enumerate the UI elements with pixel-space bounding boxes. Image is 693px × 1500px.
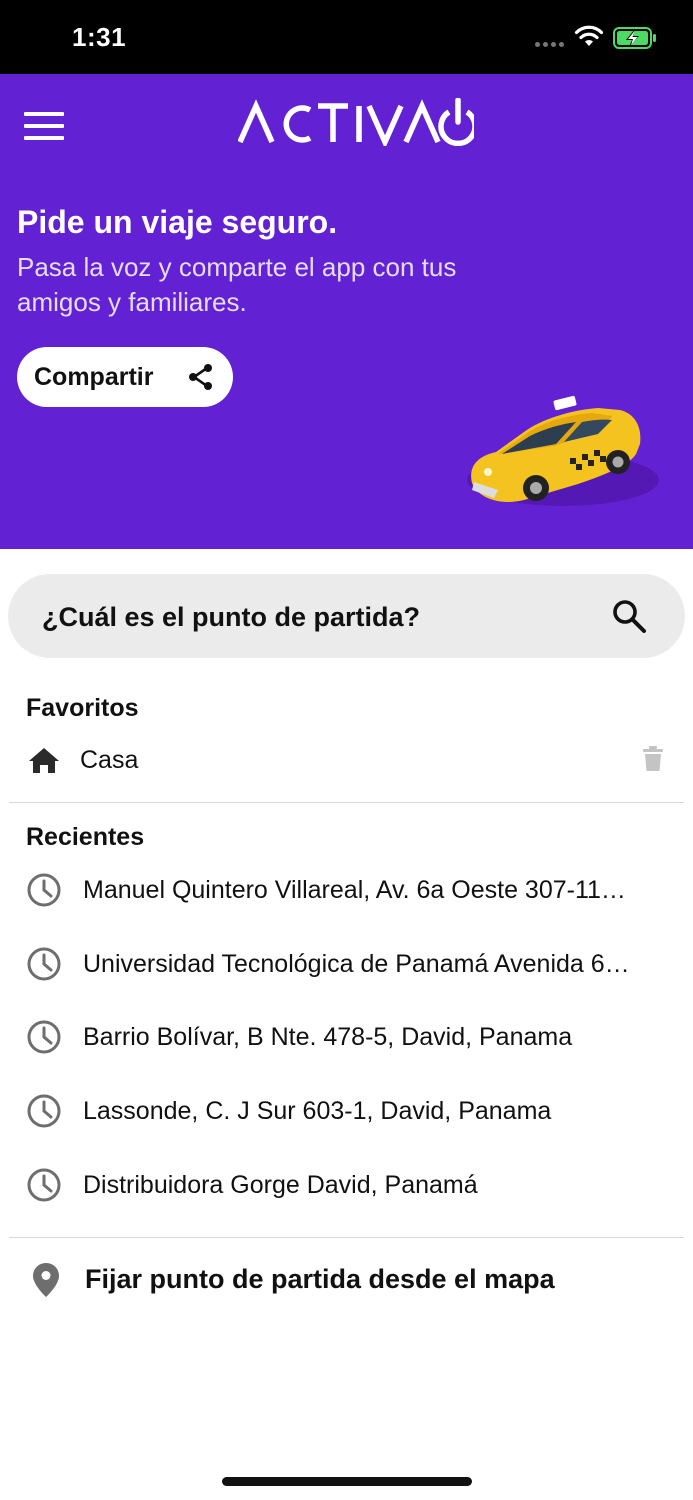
set-pickup-from-map-button[interactable]: Fijar punto de partida desde el mapa <box>0 1256 693 1306</box>
pickup-search-bar[interactable]: ¿Cuál es el punto de partida? <box>8 574 685 658</box>
hamburger-menu-icon[interactable] <box>24 112 64 140</box>
hero-banner: Pide un viaje seguro. Pasa la voz y comp… <box>0 74 693 549</box>
status-bar: 1:31 <box>0 0 693 74</box>
status-time: 1:31 <box>72 22 127 52</box>
set-pickup-from-map-label: Fijar punto de partida desde el mapa <box>85 1264 555 1294</box>
recents-heading: Recientes <box>26 823 145 851</box>
share-button[interactable]: Compartir <box>17 347 233 407</box>
taxi-illustration <box>467 395 659 506</box>
share-button-label: Compartir <box>34 362 154 391</box>
recent-item-label: Barrio Bolívar, B Nte. 478-5, David, Pan… <box>83 1023 573 1051</box>
clock-icon <box>27 1020 61 1054</box>
trash-icon[interactable] <box>642 746 664 772</box>
recent-item[interactable]: Distribuidora Gorge David, Panamá <box>0 1157 693 1213</box>
recent-item-label: Universidad Tecnológica de Panamá Avenid… <box>83 950 630 978</box>
clock-icon <box>27 1094 61 1128</box>
favorites-heading: Favoritos <box>26 694 139 722</box>
recent-item[interactable]: Barrio Bolívar, B Nte. 478-5, David, Pan… <box>0 1009 693 1065</box>
divider <box>9 1237 684 1238</box>
clock-icon <box>27 873 61 907</box>
recent-item[interactable]: Universidad Tecnológica de Panamá Avenid… <box>0 936 693 992</box>
search-icon <box>613 600 646 633</box>
recent-item-label: Lassonde, C. J Sur 603-1, David, Panama <box>83 1097 552 1125</box>
home-icon <box>29 748 59 773</box>
hero-subtitle: Pasa la voz y comparte el app con tus am… <box>17 252 457 317</box>
share-icon <box>189 364 212 390</box>
recent-item-label: Manuel Quintero Villareal, Av. 6a Oeste … <box>83 876 626 904</box>
favorite-item-label: Casa <box>80 746 139 774</box>
recent-item[interactable]: Manuel Quintero Villareal, Av. 6a Oeste … <box>0 862 693 918</box>
home-indicator[interactable] <box>222 1477 472 1486</box>
clock-icon <box>27 1168 61 1202</box>
recent-item[interactable]: Lassonde, C. J Sur 603-1, David, Panama <box>0 1083 693 1139</box>
battery-charging-icon <box>613 27 656 49</box>
brand-logo <box>238 98 474 146</box>
pickup-search-placeholder: ¿Cuál es el punto de partida? <box>42 602 421 632</box>
cellular-signal-icon <box>535 42 564 47</box>
clock-icon <box>27 947 61 981</box>
divider <box>9 802 684 803</box>
hero-title: Pide un viaje seguro. <box>17 204 338 240</box>
wifi-icon <box>574 25 604 46</box>
favorite-item-casa[interactable]: Casa <box>0 734 693 786</box>
recent-item-label: Distribuidora Gorge David, Panamá <box>83 1171 478 1199</box>
map-pin-icon <box>33 1263 59 1297</box>
